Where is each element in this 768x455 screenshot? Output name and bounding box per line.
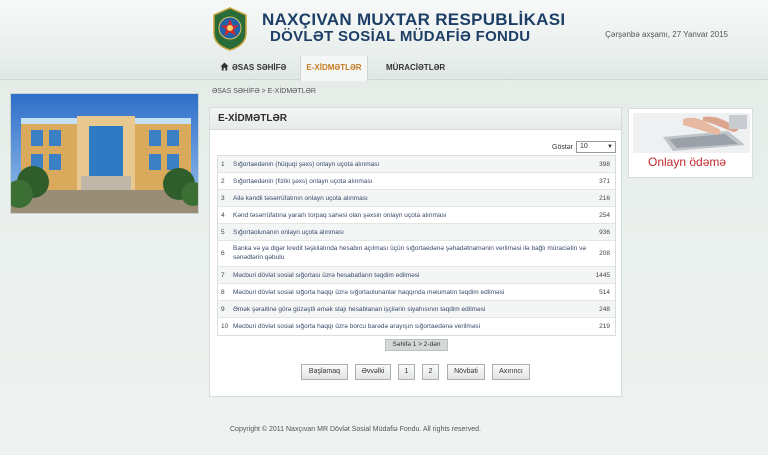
footer-copyright: Copyright © 2011 Naxçıvan MR Dövlət Sosi… [230, 426, 481, 433]
service-link[interactable]: Kənd təsərrüfatına yararlı torpaq sahəsi… [233, 207, 587, 224]
service-link[interactable]: Sığortaedənin (fiziki şəxs) onlayn uçota… [233, 173, 587, 190]
emblem-icon [213, 7, 247, 51]
service-link[interactable]: Məcburi dövlət sosial sığorta haqqı üzrə… [233, 318, 587, 335]
services-panel: E-XİDMƏTLƏR Göstər 10 ▼ 1 Sığortaedənin (… [209, 107, 622, 397]
row-number: 7 [221, 272, 225, 279]
last-page-button[interactable]: Axırıncı [492, 364, 530, 380]
service-link[interactable]: Ailə kəndli təsərrüfatının onlayn uçota … [233, 190, 587, 207]
nav-appeals[interactable]: MÜRACİƏTLƏR [386, 56, 445, 80]
site-header: NAXÇIVAN MUXTAR RESPUBLİKASI DÖVLƏT SOSİ… [0, 0, 768, 56]
page-size-value: 10 [580, 143, 588, 150]
row-count: 248 [599, 306, 610, 313]
main-nav: ƏSAS SƏHİFƏ E-XİDMƏTLƏR MÜRACİƏTLƏR [0, 56, 768, 81]
row-number: 4 [221, 212, 225, 219]
services-table: 1 Sığortaedənin (hüquqi şəxs) onlayn uçot… [217, 155, 616, 336]
page-size-select[interactable]: 10 ▼ [576, 141, 616, 153]
row-number: 10 [221, 323, 229, 330]
row-number: 3 [221, 195, 225, 202]
service-link[interactable]: Məcburi dövlət sosial sığortası üzrə hes… [233, 267, 587, 284]
site-title-line1: NAXÇIVAN MUXTAR RESPUBLİKASI [262, 10, 566, 29]
row-number: 8 [221, 289, 225, 296]
row-count: 514 [599, 289, 610, 296]
keyboard-hands-icon [633, 113, 750, 153]
row-number: 1 [221, 161, 225, 168]
table-row[interactable]: 2 Sığortaedənin (fiziki şəxs) onlayn uçot… [218, 173, 615, 190]
row-number: 6 [221, 250, 225, 257]
page-2-button[interactable]: 2 [422, 364, 439, 380]
site-title-line2: DÖVLƏT SOSİAL MÜDAFİƏ FONDU [270, 28, 531, 45]
row-count: 216 [599, 195, 610, 202]
page-1-button[interactable]: 1 [398, 364, 415, 380]
table-row[interactable]: 6 Banka və ya digər kredit təşkilatında h… [218, 241, 615, 267]
service-link[interactable]: Sığortaedənin (hüquqi şəxs) onlayn uçota… [233, 156, 587, 173]
table-row[interactable]: 1 Sığortaedənin (hüquqi şəxs) onlayn uçot… [218, 156, 615, 173]
row-number: 5 [221, 229, 225, 236]
table-row[interactable]: 5 Sığortaolunanın onlayn uçota alınması 93… [218, 224, 615, 241]
row-count: 254 [599, 212, 610, 219]
row-count: 371 [599, 178, 610, 185]
online-payment-label: Onlayn ödəmə [648, 155, 727, 169]
service-link[interactable]: Əmək şəraitinə görə güzəştli əmək stajı … [233, 301, 587, 318]
row-count: 208 [599, 250, 610, 257]
dropdown-arrow-icon: ▼ [607, 144, 613, 150]
table-row[interactable]: 10 Məcburi dövlət sosial sığorta haqqı üz… [218, 318, 615, 335]
nav-services[interactable]: E-XİDMƏTLƏR [300, 56, 368, 81]
home-icon [220, 62, 229, 71]
table-row[interactable]: 3 Ailə kəndli təsərrüfatının onlayn uçota… [218, 190, 615, 207]
online-payment-banner[interactable]: Onlayn ödəmə [628, 108, 753, 178]
row-number: 2 [221, 178, 225, 185]
breadcrumb: ƏSAS SƏHİFƏ > E-XİDMƏTLƏR [212, 88, 316, 95]
row-count: 936 [599, 229, 610, 236]
table-row[interactable]: 8 Məcburi dövlət sosial sığorta haqqı üzr… [218, 284, 615, 301]
nav-home[interactable]: ƏSAS SƏHİFƏ [220, 56, 286, 80]
current-date: Çərşənbə axşamı, 27 Yanvar 2015 [605, 30, 728, 39]
panel-title: E-XİDMƏTLƏR [210, 108, 621, 130]
service-link[interactable]: Banka və ya digər kredit təşkilatında he… [233, 245, 587, 262]
service-link[interactable]: Sığortaolunanın onlayn uçota alınması [233, 224, 587, 241]
page-info: Səhifə 1 > 2-dən [385, 339, 448, 351]
first-page-button[interactable]: Başlamaq [301, 364, 348, 380]
row-count: 219 [599, 323, 610, 330]
table-row[interactable]: 9 Əmək şəraitinə görə güzəştli əmək stajı… [218, 301, 615, 318]
building-photo [10, 93, 199, 214]
show-label: Göstər [552, 144, 574, 151]
row-number: 9 [221, 306, 225, 313]
row-count: 1445 [595, 272, 610, 279]
row-count: 398 [599, 161, 610, 168]
prev-page-button[interactable]: Əvvəlki [355, 364, 391, 380]
table-row[interactable]: 4 Kənd təsərrüfatına yararlı torpaq sahəs… [218, 207, 615, 224]
nav-home-label: ƏSAS SƏHİFƏ [232, 63, 287, 72]
service-link[interactable]: Məcburi dövlət sosial sığorta haqqı üzrə… [233, 284, 587, 301]
table-row[interactable]: 7 Məcburi dövlət sosial sığortası üzrə he… [218, 267, 615, 284]
next-page-button[interactable]: Növbəti [447, 364, 485, 380]
